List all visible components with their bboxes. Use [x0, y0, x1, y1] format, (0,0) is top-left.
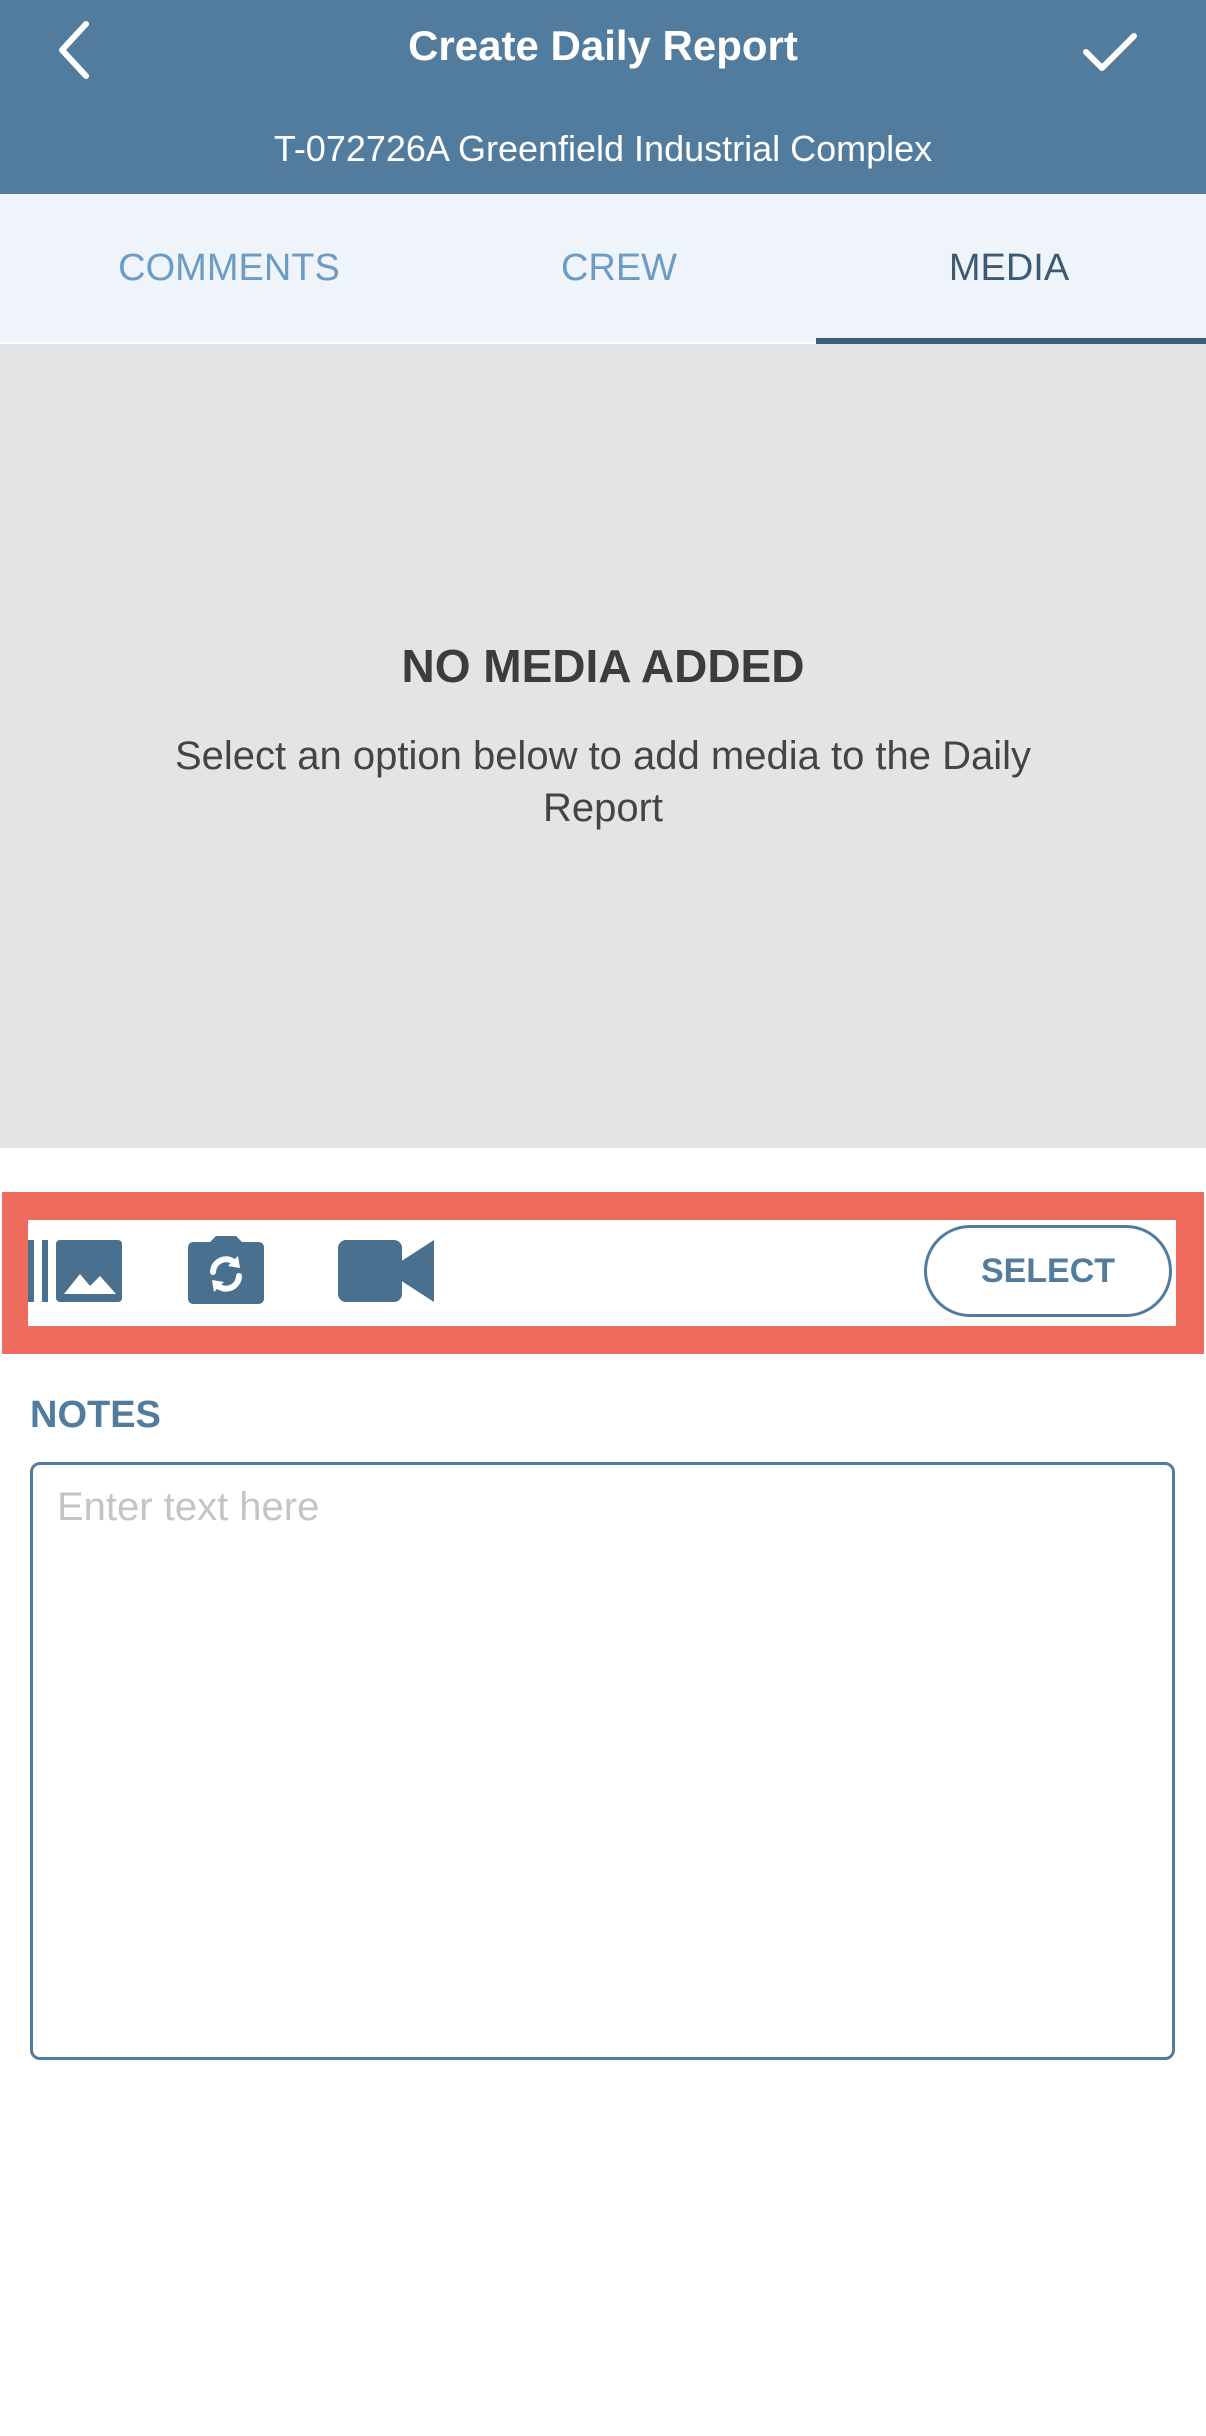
tab-crew[interactable]: CREW: [418, 194, 820, 342]
select-media-button[interactable]: SELECT: [924, 1225, 1172, 1317]
photo-gallery-icon: [28, 1240, 122, 1302]
project-subtitle: T-072726A Greenfield Industrial Complex: [273, 128, 933, 169]
photo-gallery-button[interactable]: [28, 1236, 124, 1306]
empty-state-message: Select an option below to add media to t…: [174, 734, 1032, 830]
camera-switch-icon: [188, 1236, 264, 1304]
camera-button[interactable]: [186, 1234, 266, 1306]
tab-bar: COMMENTS CREW MEDIA: [0, 194, 1206, 342]
notes-input[interactable]: [30, 1462, 1175, 2060]
video-button[interactable]: [338, 1238, 436, 1304]
media-empty-state: NO MEDIA ADDED Select an option below to…: [0, 344, 1206, 1148]
tab-comments[interactable]: COMMENTS: [28, 194, 430, 342]
page-title: Create Daily Report: [408, 22, 798, 69]
app-header: Create Daily Report T-072726A Greenfield…: [0, 0, 1206, 194]
video-camera-icon: [338, 1240, 434, 1302]
empty-state-title: NO MEDIA ADDED: [401, 640, 805, 692]
notes-label: NOTES: [30, 1394, 161, 1436]
save-button[interactable]: [1070, 14, 1150, 94]
tab-media[interactable]: MEDIA: [808, 194, 1206, 342]
checkmark-icon: [1083, 33, 1137, 71]
